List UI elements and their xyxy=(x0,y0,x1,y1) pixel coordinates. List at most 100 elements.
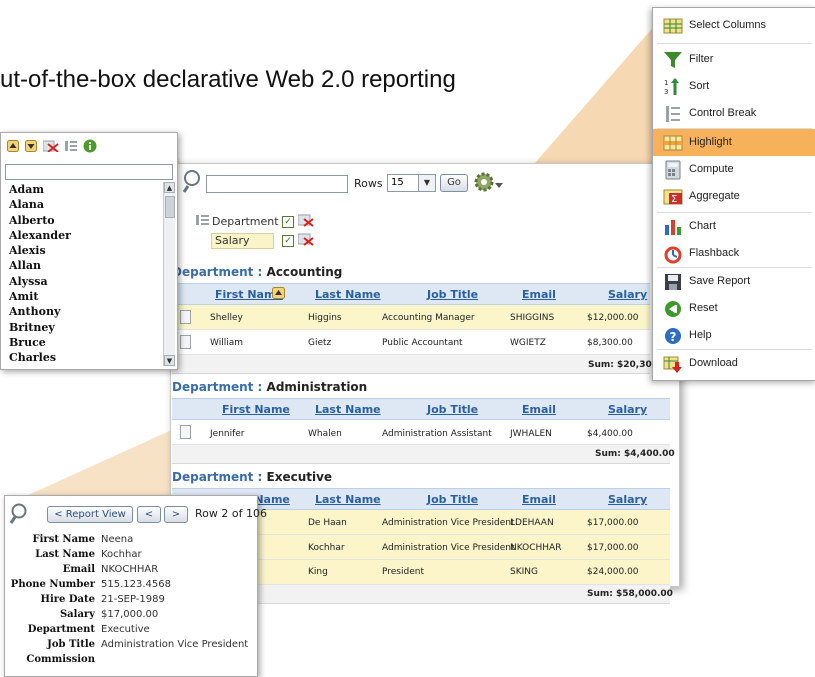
sum-row xyxy=(172,355,650,374)
cell-last-name: King xyxy=(308,567,328,577)
sort-ascending-icon[interactable] xyxy=(272,287,285,299)
remove-column-icon[interactable] xyxy=(43,140,59,152)
cell-last-name: Higgins xyxy=(308,313,342,323)
page-headline: ut-of-the-box declarative Web 2.0 report… xyxy=(0,66,456,93)
menu-item-label: Control Break xyxy=(689,107,757,119)
menu-item-sort[interactable]: 13 Sort xyxy=(653,73,815,100)
column-header-first-name[interactable]: First Name xyxy=(222,403,290,416)
filter-department-label: Department xyxy=(212,215,279,228)
sort-ascending-icon[interactable] xyxy=(7,140,19,152)
column-header-email[interactable]: Email xyxy=(522,403,556,416)
control-break-icon[interactable] xyxy=(65,140,77,152)
menu-item-aggregate[interactable]: Σ Aggregate xyxy=(653,183,815,210)
list-item[interactable]: Britney xyxy=(5,320,163,335)
gear-icon[interactable] xyxy=(472,170,504,194)
field-value: Kochhar xyxy=(101,549,142,560)
column-header-email[interactable]: Email xyxy=(522,493,556,506)
remove-filter-icon[interactable] xyxy=(298,213,314,227)
list-item[interactable]: Alberto xyxy=(5,213,163,228)
scroll-down-icon[interactable]: ▼ xyxy=(164,355,175,366)
rows-label: Rows xyxy=(354,177,383,190)
group-key: Department : xyxy=(172,265,263,279)
download-icon xyxy=(663,356,682,373)
report-view-button[interactable]: < Report View xyxy=(47,506,133,523)
column-header-job-title[interactable]: Job Title xyxy=(427,493,478,506)
column-header-job-title[interactable]: Job Title xyxy=(427,288,478,301)
column-header-last-name[interactable]: Last Name xyxy=(315,288,381,301)
column-header-last-name[interactable]: Last Name xyxy=(315,403,381,416)
column-header-email[interactable]: Email xyxy=(522,288,556,301)
menu-item-flashback[interactable]: Flashback xyxy=(653,240,815,267)
field-value: 515.123.4568 xyxy=(101,579,171,590)
list-item[interactable]: Charles xyxy=(5,350,163,365)
report-search-input[interactable] xyxy=(206,175,348,193)
rows-dropdown-icon[interactable]: ▼ xyxy=(418,174,436,192)
column-header-salary[interactable]: Salary xyxy=(608,493,647,506)
cell-salary: $8,300.00 xyxy=(587,338,633,348)
cell-last-name: Kochhar xyxy=(308,543,345,553)
control-break-filter-icon xyxy=(196,215,209,225)
filter-department-checkbox[interactable]: ✓ xyxy=(282,216,294,228)
single-row-view-icon[interactable] xyxy=(180,310,191,324)
row-count: Row 2 of 106 xyxy=(195,507,267,520)
chart-icon xyxy=(665,220,681,235)
list-item[interactable]: Alana xyxy=(5,197,163,212)
cell-email: WGIETZ xyxy=(510,338,546,348)
column-header-salary[interactable]: Salary xyxy=(608,288,647,301)
list-scrollbar[interactable]: ▲ ▼ xyxy=(163,182,175,366)
menu-item-control-break[interactable]: Control Break xyxy=(653,100,815,127)
help-icon: ? xyxy=(665,328,681,344)
menu-item-reset[interactable]: Reset xyxy=(653,295,815,322)
column-filter-search-input[interactable] xyxy=(5,164,173,180)
go-button[interactable]: Go xyxy=(440,174,468,192)
menu-item-filter[interactable]: Filter xyxy=(653,46,815,73)
rows-select[interactable]: 15 xyxy=(387,174,420,192)
svg-text:1: 1 xyxy=(664,79,668,87)
next-row-button[interactable]: > xyxy=(164,506,188,523)
menu-item-chart[interactable]: Chart xyxy=(653,213,815,240)
scroll-up-icon[interactable]: ▲ xyxy=(164,182,175,193)
group-name: Executive xyxy=(266,470,333,484)
group-title: Department : Accounting xyxy=(172,265,342,279)
scroll-thumb[interactable] xyxy=(165,196,175,218)
filter-salary-checkbox[interactable]: ✓ xyxy=(282,235,294,247)
field-label: Last Name xyxy=(35,549,95,560)
list-item[interactable]: Alexis xyxy=(5,243,163,258)
sort-descending-icon[interactable] xyxy=(25,140,37,152)
menu-item-help[interactable]: ? Help xyxy=(653,322,815,349)
list-item[interactable]: Anthony xyxy=(5,304,163,319)
search-magnifier-icon[interactable] xyxy=(9,502,31,524)
menu-item-label: Reset xyxy=(689,302,718,314)
column-header-job-title[interactable]: Job Title xyxy=(427,403,478,416)
menu-item-highlight[interactable]: Highlight xyxy=(653,129,815,156)
list-item[interactable]: Bruce xyxy=(5,335,163,350)
menu-item-download[interactable]: Download xyxy=(653,350,815,377)
menu-item-label: Aggregate xyxy=(689,190,740,202)
menu-item-compute[interactable]: Compute xyxy=(653,156,815,183)
cell-job-title: Administration Vice President xyxy=(382,543,515,553)
cell-job-title: Administration Assistant xyxy=(382,429,492,439)
list-item[interactable]: Alexander xyxy=(5,228,163,243)
search-magnifier-icon[interactable] xyxy=(182,168,206,194)
column-header-salary[interactable]: Salary xyxy=(608,403,647,416)
field-value: Executive xyxy=(101,624,150,635)
field-label: Commission xyxy=(26,654,95,665)
previous-row-button[interactable]: < xyxy=(137,506,161,523)
column-value-list: Adam Alana Alberto Alexander Alexis Alla… xyxy=(5,182,163,366)
cell-job-title: Administration Vice President xyxy=(382,518,515,528)
single-row-view-icon[interactable] xyxy=(180,335,191,349)
list-item[interactable]: Allan xyxy=(5,258,163,273)
remove-filter-icon[interactable] xyxy=(298,232,314,246)
column-header-last-name[interactable]: Last Name xyxy=(315,493,381,506)
menu-item-label: Flashback xyxy=(689,247,740,259)
menu-item-select-columns[interactable]: Select Columns xyxy=(653,12,815,39)
cell-email: LDEHAAN xyxy=(510,518,554,528)
info-icon[interactable] xyxy=(83,139,97,153)
list-item[interactable]: Adam xyxy=(5,182,163,197)
menu-item-label: Save Report xyxy=(689,275,751,287)
list-item[interactable]: Alyssa xyxy=(5,274,163,289)
menu-item-save-report[interactable]: Save Report xyxy=(653,268,815,295)
single-row-view-icon[interactable] xyxy=(180,425,191,439)
cell-first-name: William xyxy=(210,338,243,348)
list-item[interactable]: Amit xyxy=(5,289,163,304)
